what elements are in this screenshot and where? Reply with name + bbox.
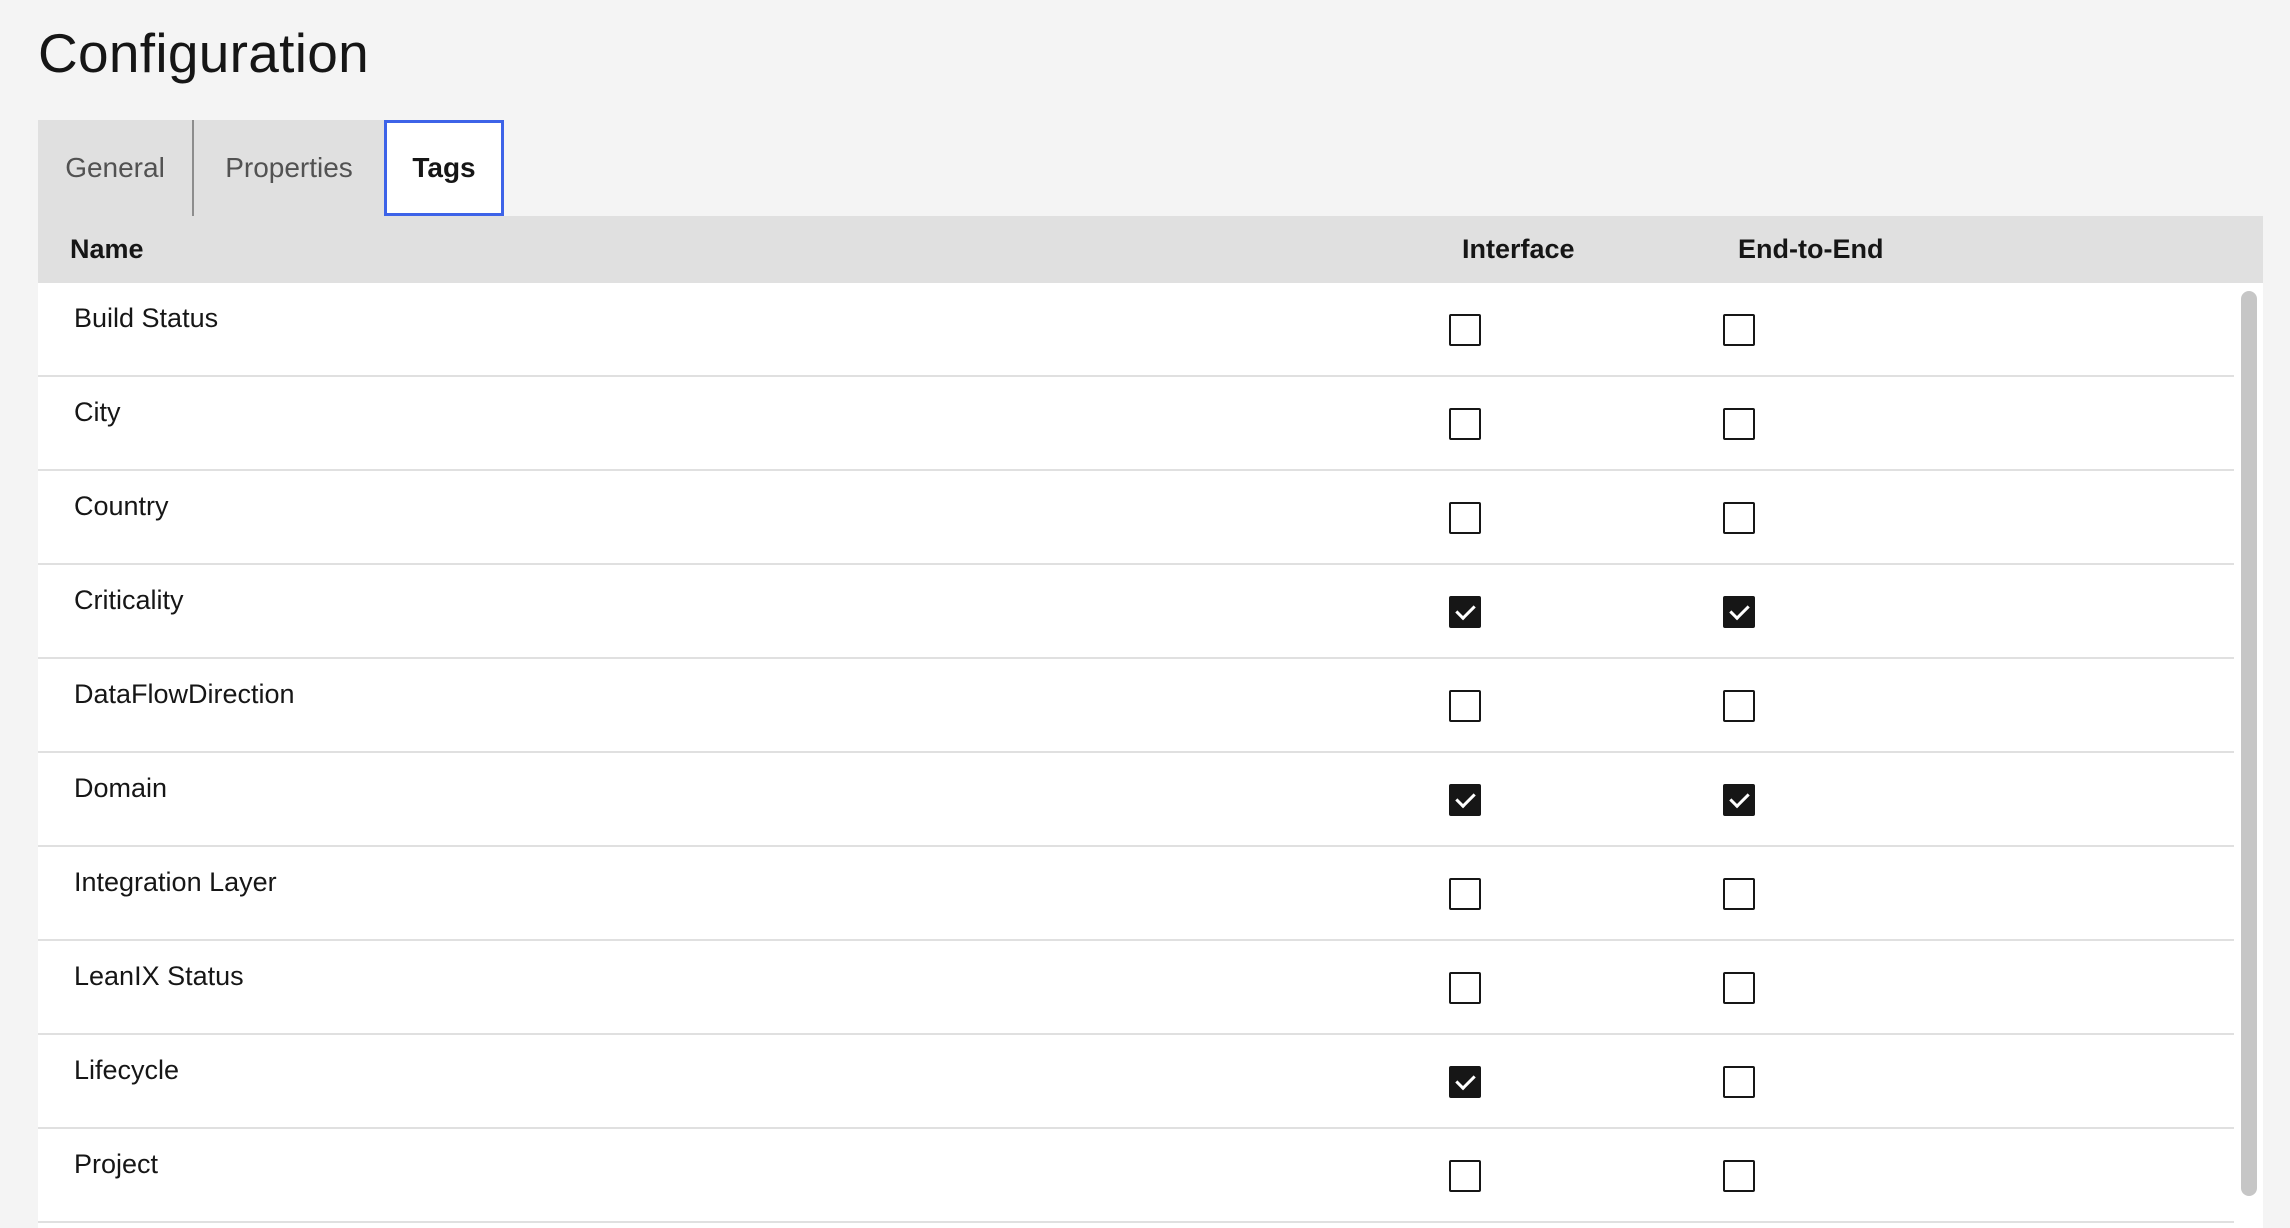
table-row: Country: [38, 471, 2234, 565]
end-to-end-checkbox[interactable]: [1723, 1066, 1755, 1098]
end-to-end-checkbox[interactable]: [1723, 878, 1755, 910]
table-row: City: [38, 377, 2234, 471]
table-row: Domain: [38, 753, 2234, 847]
page-title: Configuration: [38, 22, 370, 84]
tag-name: Build Status: [74, 303, 219, 333]
interface-checkbox[interactable]: [1449, 408, 1481, 440]
tag-name: Criticality: [74, 585, 184, 615]
tab-tags[interactable]: Tags: [384, 120, 504, 216]
tab-list: General Properties Tags: [38, 120, 504, 216]
tab-general[interactable]: General: [38, 120, 194, 216]
interface-checkbox[interactable]: [1449, 972, 1481, 1004]
interface-checkbox[interactable]: [1449, 596, 1481, 628]
tag-name: LeanIX Status: [74, 961, 244, 991]
column-header-interface[interactable]: Interface: [1462, 234, 1575, 265]
interface-checkbox[interactable]: [1449, 1066, 1481, 1098]
end-to-end-checkbox[interactable]: [1723, 784, 1755, 816]
column-header-name[interactable]: Name: [70, 234, 144, 265]
tag-name: Project: [74, 1149, 159, 1179]
tag-name: Lifecycle: [74, 1055, 180, 1085]
table-row: LeanIX Status: [38, 941, 2234, 1035]
end-to-end-checkbox[interactable]: [1723, 408, 1755, 440]
table-row: Build Status: [38, 283, 2234, 377]
end-to-end-checkbox[interactable]: [1723, 502, 1755, 534]
end-to-end-checkbox[interactable]: [1723, 596, 1755, 628]
tag-name: DataFlowDirection: [74, 679, 295, 709]
interface-checkbox[interactable]: [1449, 314, 1481, 346]
table-row: Integration Layer: [38, 847, 2234, 941]
tag-name: Integration Layer: [74, 867, 277, 897]
table-row: Criticality: [38, 565, 2234, 659]
end-to-end-checkbox[interactable]: [1723, 972, 1755, 1004]
end-to-end-checkbox[interactable]: [1723, 314, 1755, 346]
interface-checkbox[interactable]: [1449, 878, 1481, 910]
end-to-end-checkbox[interactable]: [1723, 1160, 1755, 1192]
end-to-end-checkbox[interactable]: [1723, 690, 1755, 722]
table-row: DataFlowDirection: [38, 659, 2234, 753]
interface-checkbox[interactable]: [1449, 502, 1481, 534]
tag-name: Domain: [74, 773, 168, 803]
column-header-end-to-end[interactable]: End-to-End: [1738, 234, 1883, 265]
interface-checkbox[interactable]: [1449, 784, 1481, 816]
table-row: Lifecycle: [38, 1035, 2234, 1129]
interface-checkbox[interactable]: [1449, 690, 1481, 722]
tag-name: City: [74, 397, 121, 427]
vertical-scrollbar[interactable]: [2241, 291, 2257, 1196]
table-body: Build Status City Country Criticality DataFl…: [38, 283, 2234, 1228]
tags-table: Name Interface End-to-End Build Status Ci…: [38, 216, 2263, 1228]
interface-checkbox[interactable]: [1449, 1160, 1481, 1192]
tag-name: Country: [74, 491, 169, 521]
table-row: Project: [38, 1129, 2234, 1223]
tab-properties[interactable]: Properties: [194, 120, 384, 216]
table-header: Name Interface End-to-End: [38, 216, 2263, 283]
